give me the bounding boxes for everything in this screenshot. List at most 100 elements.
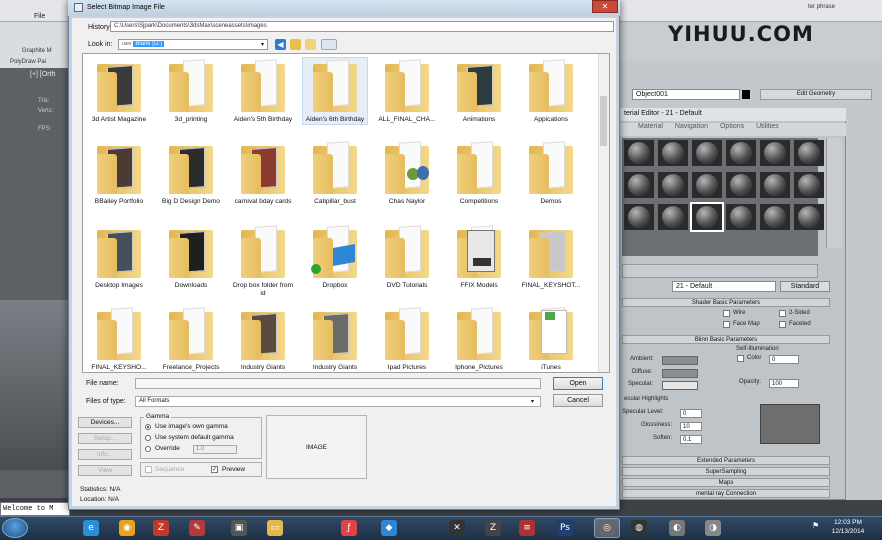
blinn-basic-rollout[interactable]: Blinn Basic Parameters xyxy=(622,335,830,344)
disc-icon[interactable]: ◐ xyxy=(664,518,690,538)
game-icon[interactable]: ◎ xyxy=(594,518,620,538)
material-slot[interactable] xyxy=(658,204,688,230)
preview-checkbox[interactable]: ✓ xyxy=(211,466,218,473)
material-slot[interactable] xyxy=(760,172,790,198)
open-button[interactable]: Open xyxy=(553,377,603,390)
menu-material[interactable]: Material xyxy=(638,123,663,130)
cancel-button[interactable]: Cancel xyxy=(553,394,603,407)
supersampling-rollout[interactable]: SuperSampling xyxy=(622,467,830,476)
diffuse-swatch[interactable] xyxy=(662,369,698,378)
steam-icon[interactable]: ◍ xyxy=(626,518,652,538)
material-slot[interactable] xyxy=(624,172,654,198)
soften-field[interactable]: 0.1 xyxy=(680,435,702,444)
material-slot[interactable] xyxy=(760,204,790,230)
filetype-dropdown[interactable]: All Formats xyxy=(135,396,541,407)
material-slot[interactable] xyxy=(624,204,654,230)
folder-item[interactable]: Competitions xyxy=(447,140,511,206)
filename-input[interactable] xyxy=(135,378,541,389)
folder-item[interactable]: carnival bday cards xyxy=(231,140,295,206)
maxscript-listener[interactable]: Welcome to M xyxy=(0,502,70,516)
folder-item[interactable]: BBailey Portfolio xyxy=(87,140,151,206)
folder-item[interactable]: FFIX Models xyxy=(447,224,511,290)
folder-item[interactable]: Big D Design Demo xyxy=(159,140,223,206)
gamma-system-radio[interactable] xyxy=(145,435,151,441)
folder-item[interactable]: Industry Giants xyxy=(231,306,295,372)
folder-item[interactable]: FINAL_KEYSHOT... xyxy=(519,224,583,290)
material-slot[interactable] xyxy=(658,172,688,198)
menu-options[interactable]: Options xyxy=(720,123,744,130)
folder-item[interactable]: Downloads xyxy=(159,224,223,290)
folder-item[interactable]: Aiden's 6th Birthday xyxy=(302,57,368,125)
ambient-swatch[interactable] xyxy=(662,356,698,365)
ie-icon[interactable]: e xyxy=(78,518,104,538)
up-folder-icon[interactable] xyxy=(290,39,301,50)
clock-date[interactable]: 12/13/2014 xyxy=(828,528,868,535)
wire-checkbox[interactable] xyxy=(723,310,730,317)
material-slot[interactable] xyxy=(794,140,824,166)
dropbox-icon[interactable]: ◆ xyxy=(376,518,402,538)
new-folder-icon[interactable] xyxy=(305,39,316,50)
faceted-checkbox[interactable] xyxy=(779,321,786,328)
material-slot[interactable] xyxy=(794,204,824,230)
material-slot[interactable] xyxy=(760,140,790,166)
mental-ray-rollout[interactable]: mental ray Connection xyxy=(622,489,830,498)
folder-item[interactable]: Demos xyxy=(519,140,583,206)
menu-navigation[interactable]: Navigation xyxy=(675,123,708,130)
photoshop-icon[interactable]: Ps xyxy=(552,518,578,538)
folder-item[interactable]: ALL_FINAL_CHA... xyxy=(375,58,439,124)
facemap-checkbox[interactable] xyxy=(723,321,730,328)
edit-geometry-button[interactable]: Edit Geometry xyxy=(760,89,872,100)
ribbon-label[interactable]: Graphite M xyxy=(22,48,52,54)
glossiness-field[interactable]: 10 xyxy=(680,422,702,431)
material-slot[interactable] xyxy=(692,172,722,198)
folder-item[interactable]: Drop box folder from id xyxy=(231,224,295,298)
file-list[interactable]: 3d Artist Magazine 3d_printing Aiden's 5th… xyxy=(82,53,610,373)
lookin-dropdown[interactable]: user Blank (D:) ▾ xyxy=(118,39,268,50)
folder-item[interactable]: Aiden's 5th Birthday xyxy=(231,58,295,124)
monitor-icon[interactable]: ▣ xyxy=(226,518,252,538)
tray-flag-icon[interactable]: ⚑ xyxy=(812,521,822,533)
folder-item[interactable]: Freelance_Projects xyxy=(159,306,223,372)
object-name-field[interactable]: Object001 xyxy=(632,89,740,100)
devices-button[interactable]: Devices... xyxy=(78,417,132,428)
folder-item[interactable]: Dropbox xyxy=(303,224,367,290)
flash-icon[interactable]: ƒ xyxy=(336,518,362,538)
folder-icon[interactable]: ▭ xyxy=(262,518,288,538)
shader-basic-rollout[interactable]: Shader Basic Parameters xyxy=(622,298,830,307)
folder-item[interactable]: Appications xyxy=(519,58,583,124)
maps-rollout[interactable]: Maps xyxy=(622,478,830,487)
specular-swatch[interactable] xyxy=(662,381,698,390)
gamma-override-radio[interactable] xyxy=(145,446,151,452)
material-slot[interactable] xyxy=(658,140,688,166)
folder-item[interactable]: Animations xyxy=(447,58,511,124)
pen-icon[interactable]: ✎ xyxy=(184,518,210,538)
folder-item[interactable]: 3d Artist Magazine xyxy=(87,58,151,124)
self-illum-color-checkbox[interactable] xyxy=(737,355,744,362)
view-menu-icon[interactable] xyxy=(321,39,337,50)
spec-level-field[interactable]: 0 xyxy=(680,409,702,418)
folder-item[interactable]: DVD Tutorials xyxy=(375,224,439,290)
close-button[interactable]: ✕ xyxy=(592,0,618,13)
info-button[interactable]: Info... xyxy=(78,449,132,460)
material-slot[interactable] xyxy=(726,172,756,198)
self-illum-value[interactable]: 0 xyxy=(769,355,799,364)
material-name-field[interactable]: 21 - Default xyxy=(672,281,776,292)
folder-item[interactable]: Catipillar_bust xyxy=(303,140,367,206)
clock-time[interactable]: 12:03 PM xyxy=(828,519,868,526)
material-side-toolbar[interactable] xyxy=(826,138,842,248)
sculpt-icon[interactable]: ≡ xyxy=(514,518,540,538)
folder-item[interactable]: Iphone_Pictures xyxy=(447,306,511,372)
folder-item[interactable]: Industry Giants xyxy=(303,306,367,372)
folder-item[interactable]: Chas Naylor xyxy=(375,140,439,206)
twosided-checkbox[interactable] xyxy=(779,310,786,317)
material-slot[interactable] xyxy=(726,204,756,230)
material-slot[interactable] xyxy=(794,172,824,198)
folder-item[interactable]: FINAL_KEYSHO... xyxy=(87,306,151,372)
sequence-checkbox[interactable] xyxy=(145,466,152,473)
material-slot[interactable] xyxy=(692,140,722,166)
opacity-field[interactable]: 100 xyxy=(769,379,799,388)
folder-item[interactable]: Ipad Pictures xyxy=(375,306,439,372)
history-dropdown[interactable]: C:\Users\Sjpark\Documents\3dsMax\sceneas… xyxy=(110,21,614,32)
material-bottom-toolbar[interactable] xyxy=(622,264,818,278)
filezilla-icon[interactable]: Z xyxy=(148,518,174,538)
